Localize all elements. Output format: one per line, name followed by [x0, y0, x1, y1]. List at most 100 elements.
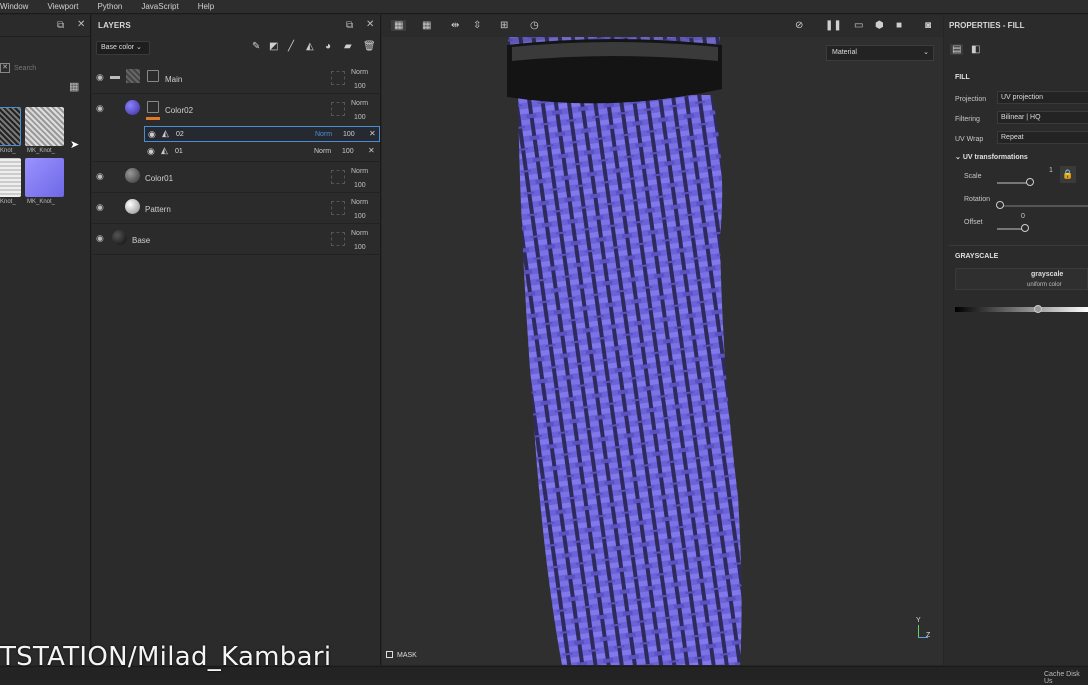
frame-icon[interactable]: ⊞ [500, 20, 508, 31]
delete-layer-icon[interactable]: 🗑 [363, 42, 376, 52]
add-generator-icon[interactable]: ◕ [325, 42, 331, 52]
float-icon[interactable]: ⧉ [346, 20, 353, 31]
grid-view-icon[interactable]: ▦ [69, 80, 79, 93]
lock-icon[interactable]: 🔒 [1060, 166, 1076, 183]
opacity-value[interactable]: 100 [354, 83, 366, 90]
blend-mode[interactable]: Norm [351, 100, 368, 107]
shelf-thumb[interactable] [0, 107, 21, 146]
grayscale-resource[interactable]: grayscale uniform color [955, 268, 1088, 290]
layer-row-pattern[interactable]: ◉ Pattern Norm 100 [92, 193, 381, 224]
layer-thumb [112, 230, 127, 245]
blend-mode[interactable]: Norm [351, 69, 368, 76]
grayscale-knob[interactable] [1034, 305, 1042, 313]
uv-transformations-toggle[interactable]: ⌄ UV transformations [955, 153, 1028, 161]
shelf-thumb[interactable] [25, 107, 64, 146]
layer-row-color02[interactable]: ◉ Color02 Norm 100 ◉ ◭ 02 Norm 100 ✕ ◉ ◭… [92, 94, 381, 162]
layer-mask-slot[interactable] [331, 170, 345, 184]
add-fill-icon[interactable]: ◭ [306, 42, 314, 52]
effect-row-01[interactable]: ◉ ◭ 01 Norm 100 ✕ [144, 144, 380, 160]
eye-icon[interactable]: ◉ [96, 202, 104, 213]
remove-icon[interactable]: ✕ [369, 129, 376, 138]
visibility-icon[interactable]: ⊘ [795, 20, 803, 31]
layer-row-color01[interactable]: ◉ Color01 Norm 100 [92, 162, 381, 193]
screenshot-icon[interactable]: ◙ [925, 20, 931, 31]
camera-icon[interactable]: ■ [896, 20, 902, 31]
blend-mode[interactable]: Norm [315, 131, 332, 138]
shelf-search[interactable]: ✕ Search [0, 60, 91, 76]
opacity-value[interactable]: 100 [343, 131, 355, 138]
mask-tab-icon[interactable]: ◧ [971, 44, 980, 55]
opacity-value[interactable]: 100 [354, 244, 366, 251]
thumb-label: MK_Knot_ [27, 148, 56, 154]
close-icon[interactable]: ✕ [77, 19, 85, 30]
uvwrap-field[interactable]: Repeat [997, 131, 1088, 144]
3d-mesh[interactable] [382, 37, 943, 665]
axis-y-label: Y [916, 617, 921, 624]
fill-section: FILL [955, 74, 970, 81]
effect-row-02[interactable]: ◉ ◭ 02 Norm 100 ✕ [144, 126, 380, 142]
layer-row-base[interactable]: ◉ Base Norm 100 [92, 224, 381, 255]
menu-help[interactable]: Help [198, 2, 214, 11]
channel-select[interactable]: Base color ⌄ [96, 41, 150, 55]
offset-knob[interactable] [1021, 224, 1029, 232]
blend-mode[interactable]: Norm [351, 199, 368, 206]
opacity-value[interactable]: 100 [354, 213, 366, 220]
clear-search-icon[interactable]: ✕ [0, 63, 10, 73]
offset-label: Offset [964, 219, 983, 226]
view-mode-icon[interactable]: ▭ [854, 20, 863, 31]
layer-mask-slot[interactable] [331, 102, 345, 116]
offset-value[interactable]: 0 [1021, 213, 1025, 220]
divider [949, 245, 1088, 246]
eye-icon[interactable]: ◉ [147, 146, 155, 157]
rotation-slider[interactable] [997, 205, 1088, 207]
mask-toggle[interactable]: MASK [386, 651, 417, 659]
eye-icon[interactable]: ◉ [148, 129, 156, 140]
add-mask-icon[interactable]: ◩ [269, 42, 278, 52]
checkbox[interactable] [386, 651, 393, 658]
float-icon[interactable]: ⧉ [57, 20, 64, 31]
add-paint-icon[interactable]: ╱ [288, 42, 294, 52]
opacity-value[interactable]: 100 [354, 114, 366, 121]
add-effect-icon[interactable]: ✎ [252, 42, 260, 52]
symmetry-icon[interactable]: ⇹ [451, 20, 459, 31]
align-icon[interactable]: ⇳ [473, 20, 481, 31]
layer-mask-slot[interactable] [331, 232, 345, 246]
eye-icon[interactable]: ◉ [96, 72, 104, 83]
grid-icon[interactable]: ▦ [391, 20, 407, 31]
add-folder-icon[interactable]: ▰ [344, 42, 352, 52]
projection-field[interactable]: UV projection [997, 91, 1088, 104]
axis-y-line [918, 625, 919, 637]
snap-icon[interactable]: ▦ [422, 20, 431, 31]
eye-icon[interactable]: ◉ [96, 103, 104, 114]
search-input[interactable]: Search [14, 65, 36, 72]
eye-icon[interactable]: ◉ [96, 233, 104, 244]
scale-knob[interactable] [1026, 178, 1034, 186]
rotation-knob[interactable] [996, 201, 1004, 209]
eye-icon[interactable]: ◉ [96, 171, 104, 182]
grayscale-gradient[interactable] [955, 307, 1088, 312]
filtering-field[interactable]: Bilinear | HQ [997, 111, 1088, 124]
menu-window[interactable]: Window [0, 2, 28, 11]
layer-row-main[interactable]: ◉ ▬ Main Norm 100 [92, 63, 381, 94]
layer-mask-slot[interactable] [331, 71, 345, 85]
menu-javascript[interactable]: JavaScript [141, 2, 178, 11]
fill-tab-icon[interactable]: ▤ [950, 44, 964, 55]
blend-mode[interactable]: Norm [314, 148, 331, 155]
blend-mode[interactable]: Norm [351, 230, 368, 237]
shelf-thumb[interactable] [25, 158, 64, 197]
menu-viewport[interactable]: Viewport [47, 2, 78, 11]
cube-icon[interactable]: ⬢ [875, 20, 884, 31]
menu-python[interactable]: Python [97, 2, 122, 11]
opacity-value[interactable]: 100 [342, 148, 354, 155]
blend-mode[interactable]: Norm [351, 168, 368, 175]
layer-mask-slot[interactable] [331, 201, 345, 215]
scale-value[interactable]: 1 [1049, 167, 1053, 174]
material-select[interactable]: Material ⌄ [826, 45, 934, 61]
remove-icon[interactable]: ✕ [368, 146, 375, 155]
pause-icon[interactable]: ❚❚ [825, 20, 842, 31]
viewport[interactable]: ▦ ▦ ⇹ ⇳ ⊞ ◷ ⊘ ❚❚ ▭ ⬢ ■ ◙ Material ⌄ Y Z … [382, 15, 943, 665]
close-icon[interactable]: ✕ [366, 19, 374, 30]
opacity-value[interactable]: 100 [354, 182, 366, 189]
history-icon[interactable]: ◷ [530, 20, 539, 31]
shelf-thumb[interactable] [0, 158, 21, 197]
